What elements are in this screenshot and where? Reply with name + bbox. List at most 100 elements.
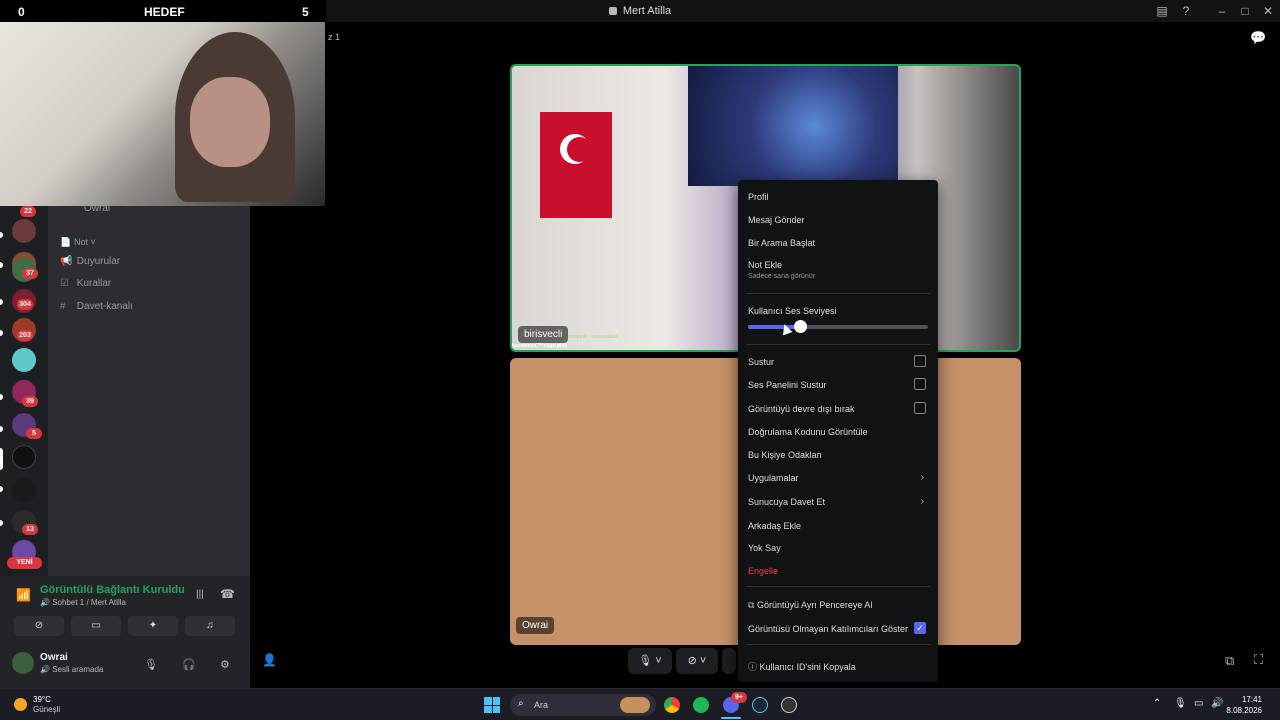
menu-verify-code[interactable]: Doğrulama Kodunu Görüntüle — [748, 427, 928, 437]
taskbar-search[interactable]: ⌕ Ara — [510, 694, 656, 716]
server-rail: 22 37 304 203 39 5 13 — [0, 206, 48, 576]
mention-badge: 304 — [17, 299, 33, 310]
volume-icon[interactable]: 🔊 — [1211, 698, 1223, 709]
megaphone-icon: 📢 — [60, 256, 73, 267]
channel-davet-kanali[interactable]: # Davet-kanalı — [60, 301, 133, 312]
windows-start-icon[interactable] — [484, 697, 500, 713]
noise-suppression-icon[interactable]: ||| — [196, 589, 204, 600]
minimize-button[interactable]: – — [1214, 3, 1230, 19]
soundboard-icon[interactable]: ♫ — [185, 616, 235, 636]
app-icon[interactable] — [781, 697, 797, 713]
voice-panel: 📶 Görüntülü Bağlantı Kuruldu 🔊 Sohbet 1 … — [0, 576, 250, 688]
user-context-menu: Profil Mesaj Gönder Bir Arama Başlat Not… — [738, 180, 938, 682]
microphone-button[interactable]: 🎙 ˅ — [628, 648, 672, 674]
weather-temp[interactable]: 39°C — [33, 695, 51, 704]
close-button[interactable]: ✕ — [1260, 3, 1276, 19]
partial-text: z 1 — [328, 32, 341, 42]
menu-invite-server[interactable]: Sunucuya Davet Et — [748, 497, 928, 507]
active-app-indicator — [721, 717, 741, 719]
popout-icon[interactable]: ⧉ — [1225, 653, 1234, 669]
menu-disable-video[interactable]: Görüntüyü devre dışı bırak — [748, 404, 928, 414]
mention-badge: 13 — [22, 524, 38, 535]
chevron-right-icon: › — [920, 496, 924, 507]
menu-mute[interactable]: Sustur — [748, 357, 928, 367]
chevron-right-icon: › — [920, 472, 924, 483]
inbox-icon[interactable]: ▤ — [1154, 3, 1170, 19]
voice-status: Görüntülü Bağlantı Kuruldu — [40, 584, 185, 596]
help-icon[interactable]: ? — [1178, 3, 1194, 19]
voice-channel[interactable]: 🔊 Sohbet 1 / Mert Atilla — [40, 598, 126, 607]
server-icon[interactable] — [12, 348, 36, 372]
menu-popout-video[interactable]: ⧉ Görüntüyü Ayrı Pencereye Al — [748, 600, 928, 611]
screen-share-icon[interactable]: ▭ — [71, 616, 121, 636]
menu-add-friend[interactable]: Arkadaş Ekle — [748, 521, 928, 531]
id-icon: ⓘ — [748, 662, 758, 672]
microphone-icon[interactable]: 🎙 — [144, 658, 158, 671]
chrome-icon[interactable] — [664, 697, 680, 713]
menu-mute-soundboard[interactable]: Ses Panelini Sustur — [748, 380, 928, 390]
camera-off-icon[interactable]: ⊘ — [14, 616, 64, 636]
spotify-icon[interactable] — [693, 697, 709, 713]
menu-add-note[interactable]: Not Ekle — [748, 260, 928, 270]
more-controls-button[interactable] — [722, 648, 736, 674]
add-user-icon[interactable]: 👤 — [262, 653, 277, 667]
channel-kurallar[interactable]: ☑ Kurallar — [60, 278, 111, 289]
microphone-icon[interactable]: 🎙 — [1174, 698, 1187, 709]
maximize-button[interactable]: □ — [1237, 3, 1253, 19]
voice-participant[interactable]: Owrai — [84, 203, 110, 214]
new-badge: YENİ — [7, 557, 42, 569]
volume-slider[interactable] — [748, 320, 928, 333]
connection-icon: 📶 — [16, 588, 31, 602]
mute-soundboard-checkbox[interactable] — [914, 378, 926, 390]
stream-overlay-bar: 0 HEDEF 5 — [0, 0, 326, 22]
disable-video-checkbox[interactable] — [914, 402, 926, 414]
mention-badge: 203 — [17, 330, 33, 341]
clock[interactable]: 17:41 8.08.2026 — [1226, 694, 1262, 716]
server-icon[interactable] — [12, 219, 36, 243]
category-header[interactable]: 📄 Not ˅ — [60, 237, 96, 248]
mute-checkbox[interactable] — [914, 355, 926, 367]
avatar[interactable] — [12, 652, 34, 674]
menu-start-call[interactable]: Bir Arama Başlat — [748, 238, 928, 248]
menu-ignore[interactable]: Yok Say — [748, 543, 928, 553]
channel-sidebar: Owrai 📄 Not ˅ 📢 Duyurular ☑ Kurallar # Da… — [48, 203, 250, 576]
divider — [746, 644, 930, 645]
steam-icon[interactable] — [752, 697, 768, 713]
activities-icon[interactable]: ✦ — [128, 616, 178, 636]
volume-slider-knob[interactable] — [794, 320, 808, 333]
menu-block[interactable]: Engelle — [748, 566, 928, 576]
user-panel: Owrai 🔊 Sesli aramada 🎙 🎧 ⚙ — [0, 644, 250, 688]
headphones-icon[interactable]: 🎧 — [182, 658, 196, 671]
server-icon[interactable] — [12, 445, 36, 469]
server-icon[interactable] — [12, 478, 36, 502]
tile-name-label: birisvecli — [518, 326, 569, 343]
menu-profile[interactable]: Profil — [748, 192, 928, 202]
channel-duyurular[interactable]: 📢 Duyurular — [60, 256, 120, 267]
divider — [746, 344, 930, 345]
chevron-up-icon[interactable]: ⌃ — [1153, 698, 1161, 709]
discord-app: Mert Atilla ▤ ? – □ ✕ 💬 birisvecli amipi… — [0, 0, 1280, 720]
disconnect-icon[interactable]: ☎ — [220, 587, 235, 601]
sun-icon — [14, 698, 27, 711]
weather-desc[interactable]: Güneşli — [33, 705, 60, 714]
discord-badge: 9+ — [731, 692, 747, 703]
show-non-video-checkbox[interactable]: ✓ — [914, 622, 926, 634]
mention-badge: 22 — [20, 206, 36, 217]
menu-copy-user-id[interactable]: ⓘ Kullanıcı ID'sini Kopyala — [748, 660, 928, 673]
camera-off-button[interactable]: ⊘ ˅ — [676, 648, 718, 674]
display-icon[interactable]: ▭ — [1194, 698, 1203, 709]
popout-icon: ⧉ — [748, 600, 755, 610]
settings-gear-icon[interactable]: ⚙ — [220, 658, 230, 671]
note-icon: 📄 — [60, 237, 72, 247]
user-name: Owrai — [40, 652, 68, 663]
menu-focus-person[interactable]: Bu Kişiye Odaklan — [748, 450, 928, 460]
search-icon: ⌕ — [518, 698, 524, 709]
mention-badge: 39 — [22, 396, 38, 407]
menu-show-non-video[interactable]: Görüntüsü Olmayan Katılımcıları Göster — [748, 624, 928, 634]
menu-apps[interactable]: Uygulamalar — [748, 473, 928, 483]
menu-send-message[interactable]: Mesaj Gönder — [748, 215, 928, 225]
fullscreen-icon[interactable]: ⛶ — [1254, 652, 1263, 668]
mention-badge: 37 — [22, 268, 38, 279]
chat-bubble-icon[interactable]: 💬 — [1250, 30, 1266, 46]
tile-name-label: Owrai — [516, 617, 555, 634]
